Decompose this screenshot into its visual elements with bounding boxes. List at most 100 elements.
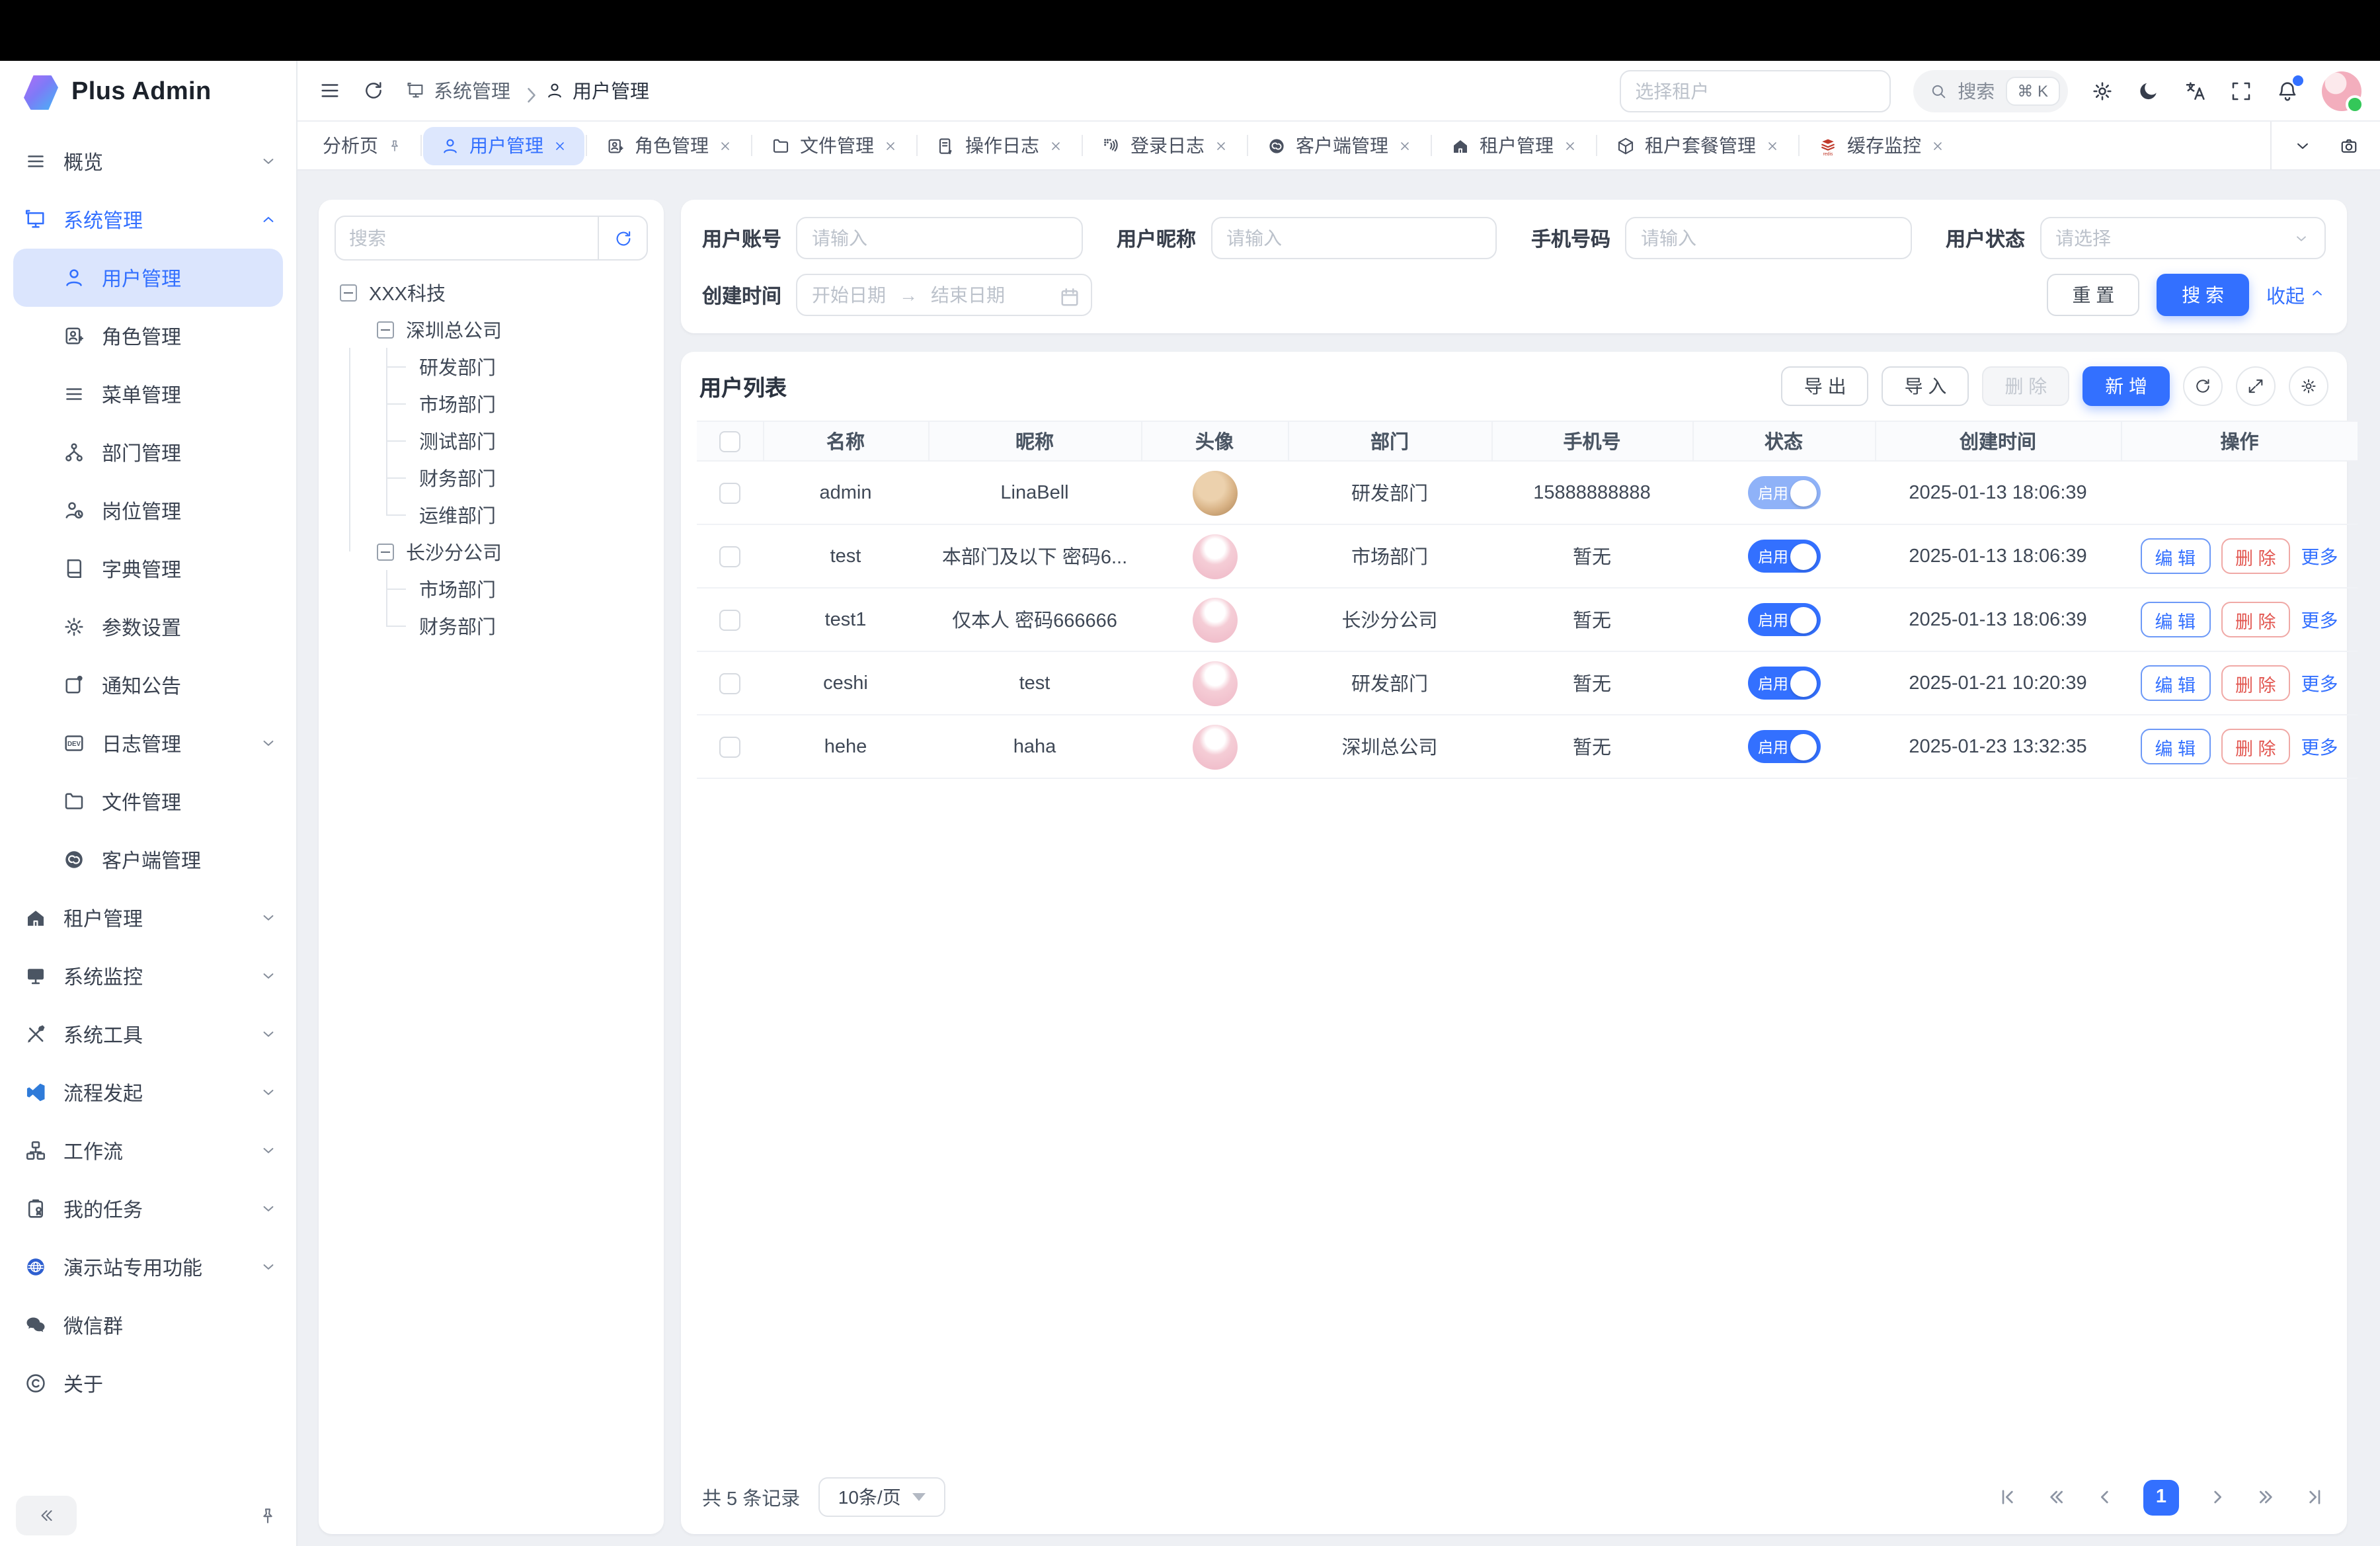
row-more-link[interactable]: 更多 — [2301, 733, 2338, 760]
sidebar-item-demo[interactable]: 演示站专用功能 — [0, 1238, 296, 1296]
global-search-button[interactable]: 搜索 ⌘ K — [1913, 69, 2068, 112]
sidebar-item-sysmon[interactable]: 系统监控 — [0, 947, 296, 1005]
sidebar-item-param[interactable]: 参数设置 — [0, 598, 296, 656]
app-logo[interactable]: Plus Admin — [0, 61, 296, 124]
row-delete-button[interactable]: 删 除 — [2221, 538, 2291, 574]
delete-button[interactable]: 删 除 — [1982, 366, 2069, 406]
sidebar-item-tool[interactable]: 系统工具 — [0, 1005, 296, 1063]
hamburger-menu-button[interactable] — [319, 79, 341, 102]
first-page-button[interactable] — [1997, 1486, 2018, 1508]
row-edit-button[interactable]: 编 辑 — [2140, 729, 2210, 764]
sidebar-item-wechat[interactable]: 微信群 — [0, 1296, 296, 1354]
prev-page-button[interactable] — [2094, 1486, 2116, 1508]
tab-list-dropdown-button[interactable] — [2293, 136, 2313, 155]
breadcrumb-system[interactable]: 系统管理 — [406, 77, 510, 104]
breadcrumb-user[interactable]: 用户管理 — [545, 77, 649, 104]
row-checkbox[interactable] — [719, 609, 740, 630]
tree-node[interactable]: 市场部门 — [335, 570, 648, 607]
export-button[interactable]: 导 出 — [1782, 366, 1869, 406]
table-expand-button[interactable] — [2236, 366, 2276, 406]
select-all-checkbox[interactable] — [719, 430, 740, 452]
add-button[interactable]: 新 增 — [2082, 366, 2170, 406]
status-toggle[interactable]: 启用 — [1747, 603, 1820, 636]
tree-expander-icon[interactable] — [377, 321, 394, 338]
tree-refresh-button[interactable] — [599, 217, 647, 259]
row-delete-button[interactable]: 删 除 — [2221, 729, 2291, 764]
tab-file[interactable]: 文件管理 — [754, 126, 915, 165]
tab-analysis[interactable]: 分析页 — [305, 126, 419, 165]
tree-node[interactable]: 财务部门 — [335, 607, 648, 644]
search-button[interactable]: 搜 索 — [2157, 274, 2249, 316]
prev-5-pages-button[interactable] — [2045, 1486, 2067, 1508]
sidebar-item-workflow[interactable]: 工作流 — [0, 1121, 296, 1180]
next-5-pages-button[interactable] — [2256, 1486, 2277, 1508]
tree-node[interactable]: XXX科技 — [335, 274, 648, 311]
tab-oplog[interactable]: 操作日志 — [919, 126, 1080, 165]
notifications-button[interactable] — [2276, 79, 2299, 102]
sidebar-item-dict[interactable]: 字典管理 — [0, 540, 296, 598]
sidebar-item-system[interactable]: 系统管理 — [0, 190, 296, 249]
user-avatar-menu[interactable] — [2322, 71, 2361, 110]
status-toggle[interactable]: 启用 — [1747, 476, 1820, 509]
sidebar-item-dept[interactable]: 部门管理 — [0, 423, 296, 481]
tree-expander-icon[interactable] — [377, 543, 394, 560]
sidebar-item-task[interactable]: 我的任务 — [0, 1180, 296, 1238]
fullscreen-button[interactable] — [2229, 79, 2253, 102]
sidebar-item-about[interactable]: 关于 — [0, 1354, 296, 1412]
row-checkbox[interactable] — [719, 482, 740, 503]
sidebar-item-post[interactable]: 岗位管理 — [0, 481, 296, 540]
tab-redis[interactable]: redis缓存监控 — [1801, 126, 1962, 165]
screenshot-button[interactable] — [2339, 136, 2359, 155]
row-edit-button[interactable]: 编 辑 — [2140, 602, 2210, 637]
language-button[interactable] — [2183, 79, 2207, 102]
row-edit-button[interactable]: 编 辑 — [2140, 538, 2210, 574]
phone-input[interactable]: 请输入 — [1625, 217, 1911, 259]
sidebar-item-flow[interactable]: 流程发起 — [0, 1063, 296, 1121]
tree-search-input[interactable] — [336, 227, 598, 249]
tree-node[interactable]: 研发部门 — [335, 348, 648, 385]
tab-tenant[interactable]: 租户管理 — [1433, 126, 1595, 165]
tree-node[interactable]: 深圳总公司 — [335, 311, 648, 348]
sidebar-item-role[interactable]: 角色管理 — [0, 307, 296, 365]
tree-node[interactable]: 财务部门 — [335, 459, 648, 496]
reset-button[interactable]: 重 置 — [2047, 274, 2139, 316]
tab-package[interactable]: 租户套餐管理 — [1599, 126, 1797, 165]
next-page-button[interactable] — [2207, 1486, 2228, 1508]
created-time-range-picker[interactable]: 开始日期 → 结束日期 — [796, 274, 1092, 316]
status-toggle[interactable]: 启用 — [1747, 667, 1820, 700]
status-select[interactable]: 请选择 — [2040, 217, 2326, 259]
tree-node[interactable]: 测试部门 — [335, 422, 648, 459]
row-edit-button[interactable]: 编 辑 — [2140, 665, 2210, 701]
row-checkbox[interactable] — [719, 736, 740, 757]
sidebar-item-tenant[interactable]: 租户管理 — [0, 889, 296, 947]
row-more-link[interactable]: 更多 — [2301, 543, 2338, 569]
page-number-button[interactable]: 1 — [2143, 1479, 2179, 1515]
collapse-filters-link[interactable]: 收起 — [2266, 281, 2326, 309]
sidebar-item-log[interactable]: DEV日志管理 — [0, 714, 296, 772]
last-page-button[interactable] — [2305, 1486, 2326, 1508]
tab-loginlog[interactable]: 登录日志 — [1084, 126, 1246, 165]
sidebar-item-user[interactable]: 用户管理 — [13, 249, 283, 307]
sidebar-item-overview[interactable]: 概览 — [0, 132, 296, 190]
tab-client[interactable]: 客户端管理 — [1250, 126, 1429, 165]
sidebar-collapse-button[interactable] — [16, 1496, 77, 1535]
row-delete-button[interactable]: 删 除 — [2221, 665, 2291, 701]
page-size-select[interactable]: 10条/页 — [818, 1477, 945, 1517]
tab-user[interactable]: 用户管理 — [423, 126, 584, 165]
tree-expander-icon[interactable] — [340, 284, 357, 301]
tree-node[interactable]: 运维部门 — [335, 496, 648, 533]
status-toggle[interactable]: 启用 — [1747, 540, 1820, 573]
tenant-select[interactable]: 选择租户 — [1619, 69, 1890, 112]
nickname-input[interactable]: 请输入 — [1210, 217, 1497, 259]
tab-role[interactable]: 角色管理 — [588, 126, 750, 165]
sidebar-item-client[interactable]: 客户端管理 — [0, 831, 296, 889]
tree-node[interactable]: 长沙分公司 — [335, 533, 648, 570]
import-button[interactable]: 导 入 — [1882, 366, 1969, 406]
table-refresh-button[interactable] — [2183, 366, 2223, 406]
sidebar-item-notice[interactable]: 通知公告 — [0, 656, 296, 714]
dark-mode-toggle[interactable] — [2137, 79, 2161, 102]
settings-button[interactable] — [2090, 79, 2114, 102]
row-delete-button[interactable]: 删 除 — [2221, 602, 2291, 637]
account-input[interactable]: 请输入 — [796, 217, 1082, 259]
sidebar-item-menu[interactable]: 菜单管理 — [0, 365, 296, 423]
